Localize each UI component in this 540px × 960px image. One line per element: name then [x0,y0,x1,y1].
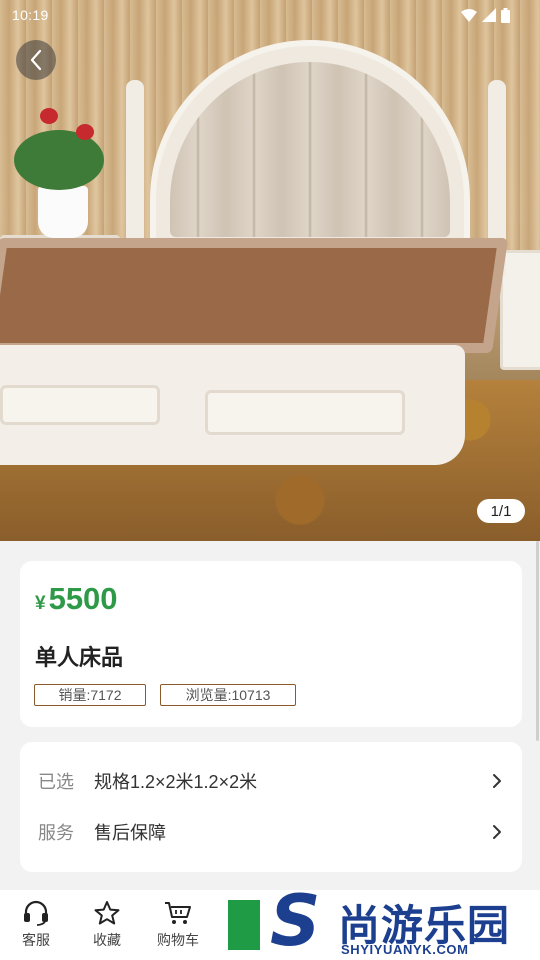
view-count-tag: 浏览量:10713 [160,684,296,706]
spec-value: 规格1.2×2米1.2×2米 [94,772,258,792]
options-card: 已选 规格1.2×2米1.2×2米 服务 售后保障 [20,742,522,872]
price-value: 5500 [48,581,118,616]
flower-vase [38,186,88,238]
status-time: 10:19 [12,7,49,23]
flower [40,108,58,124]
flower [76,124,94,140]
spec-selector[interactable]: 已选 规格1.2×2米1.2×2米 [20,766,522,796]
chevron-right-icon [493,825,501,839]
chevron-right-icon [493,774,501,788]
footboard-panel [205,390,405,435]
cart-label: 购物车 [157,932,199,948]
cart-icon [165,902,191,924]
service-label: 服务 [38,823,74,843]
product-image[interactable] [0,0,540,541]
right-nightstand [500,250,540,370]
footboard-panel [0,385,160,425]
service-row[interactable]: 服务 售后保障 [20,817,522,847]
headset-icon [24,900,48,926]
watermark-s-logo: S [270,880,321,960]
customer-service-button[interactable]: 客服 [6,900,66,950]
image-counter: 1/1 [477,499,525,523]
product-price: ¥ 5500 [35,581,118,617]
product-info-card: ¥ 5500 单人床品 销量:7172 浏览量:10713 [20,561,522,727]
service-value: 售后保障 [94,823,166,843]
favorite-label: 收藏 [93,932,121,948]
watermark-green-bar [228,900,260,950]
signal-icon [482,8,496,22]
chevron-left-icon [30,49,42,71]
wifi-icon [461,8,477,22]
back-button[interactable] [16,40,56,80]
favorite-button[interactable]: 收藏 [77,900,137,950]
battery-icon [501,7,510,23]
cart-button[interactable]: 购物车 [148,900,208,950]
plant-leaves [14,130,104,190]
product-name: 单人床品 [35,645,124,670]
watermark-brand-en: SHYIYUANYK.COM [341,942,469,957]
scrollbar[interactable] [536,541,539,741]
site-watermark-logo: S 尚游乐园 SHYIYUANYK.COM [228,886,540,960]
bed-mattress [0,238,509,353]
status-bar: 10:19 [0,0,540,30]
currency-symbol: ¥ [35,593,46,614]
sales-count-tag: 销量:7172 [34,684,146,706]
spec-label: 已选 [38,772,74,792]
star-icon [94,901,120,925]
customer-service-label: 客服 [22,932,50,948]
